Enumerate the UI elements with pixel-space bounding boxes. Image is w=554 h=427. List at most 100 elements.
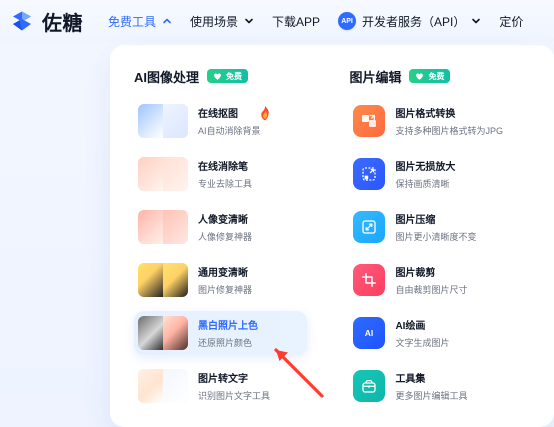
ai-image-processing-column: AI图像处理 免费 在线抠图 AI自动消除背景 在线消除笔 专业去除工具 人像变… <box>134 63 308 427</box>
brand-logo-icon <box>10 9 34 33</box>
tool-description: 专业去除工具 <box>198 179 253 189</box>
tool-thumbnail <box>138 369 188 403</box>
thumbnail-left <box>138 157 163 191</box>
brand-name: 佐糖 <box>42 12 83 35</box>
free-badge: 免费 <box>409 69 451 83</box>
tool-remove-background[interactable]: 在线抠图 AI自动消除背景 <box>134 99 307 143</box>
tool-ai-painting[interactable]: AI AI绘画 文字生成图片 <box>349 311 532 355</box>
tool-title: 图片压缩 <box>395 215 436 226</box>
nav-use-cases-label: 使用场景 <box>190 14 239 29</box>
crop-icon <box>353 264 386 296</box>
tool-description: 图片修复神器 <box>198 285 253 295</box>
tool-text: 在线消除笔 专业去除工具 <box>198 158 252 190</box>
sparkle-icon <box>184 104 188 108</box>
api-badge-text: API <box>341 17 353 25</box>
nav-use-cases[interactable]: 使用场景 <box>190 0 254 42</box>
chevron-down-icon <box>244 16 254 26</box>
thumbnail-right <box>163 210 188 244</box>
nav-pricing[interactable]: 定价 <box>499 0 523 42</box>
tool-thumbnail <box>138 210 188 244</box>
image-editing-title: 图片编辑 <box>349 69 402 85</box>
tool-description: 人像修复神器 <box>198 232 253 242</box>
ai-image-processing-header: AI图像处理 免费 <box>134 63 307 89</box>
tool-text: 人像变清晰 人像修复神器 <box>198 211 252 243</box>
sparkle-icon <box>184 369 188 373</box>
tool-description: 文字生成图片 <box>395 338 450 348</box>
sparkle-icon <box>184 210 188 214</box>
tool-title: 通用变清晰 <box>198 268 248 279</box>
tool-description: 支持多种图片格式转为JPG <box>395 126 503 136</box>
thumbnail-right <box>163 369 188 403</box>
tool-title: 人像变清晰 <box>198 215 248 226</box>
tool-text: 通用变清晰 图片修复神器 <box>198 264 252 296</box>
fire-icon <box>261 105 269 121</box>
tool-title: 在线抠图 <box>198 109 238 120</box>
tool-thumbnail <box>138 316 188 350</box>
dropdown-content: AI图像处理 免费 在线抠图 AI自动消除背景 在线消除笔 专业去除工具 人像变… <box>110 45 554 427</box>
thumbnail-left <box>138 104 163 138</box>
tool-description: 识别图片文字工具 <box>198 391 271 401</box>
tool-general-enhance[interactable]: 通用变清晰 图片修复神器 <box>134 258 307 302</box>
tool-text: 图片格式转换 支持多种图片格式转为JPG <box>395 105 503 137</box>
thumbnail-left <box>138 316 163 350</box>
nav-download-app[interactable]: 下载APP <box>272 0 320 42</box>
image-convert-icon <box>353 105 386 137</box>
image-upscale-icon <box>353 158 386 190</box>
tool-eraser[interactable]: 在线消除笔 专业去除工具 <box>134 152 307 196</box>
tool-crop[interactable]: 图片裁剪 自由裁剪图片尺寸 <box>349 258 532 302</box>
nav-free-tools-label: 免费工具 <box>108 14 157 29</box>
tool-title: AI绘画 <box>395 321 426 332</box>
tool-lossless-upscale[interactable]: 图片无损放大 保持画质清晰 <box>349 152 532 196</box>
nav-pricing-label: 定价 <box>499 14 524 29</box>
tool-portrait-enhance[interactable]: 人像变清晰 人像修复神器 <box>134 205 307 249</box>
tool-title: 图片无损放大 <box>395 162 456 173</box>
nav-download-app-label: 下载APP <box>272 14 321 29</box>
tool-description: 保持画质清晰 <box>395 179 450 189</box>
image-compress-icon <box>353 211 386 243</box>
chevron-down-icon <box>471 16 481 26</box>
svg-text:AI: AI <box>365 328 374 338</box>
tool-text: 黑白照片上色 还原照片颜色 <box>198 317 258 349</box>
tool-description: 图片更小清晰度不变 <box>395 232 477 242</box>
heart-icon <box>415 72 424 81</box>
tool-colorize-photo[interactable]: 黑白照片上色 还原照片颜色 <box>134 311 308 355</box>
tool-title: 在线消除笔 <box>198 162 248 173</box>
tool-toolbox[interactable]: 工具集 更多图片编辑工具 <box>349 364 532 408</box>
thumbnail-right <box>163 316 188 350</box>
tool-title: 图片格式转换 <box>395 109 456 120</box>
top-navigation-bar: 佐糖 免费工具 使用场景 下载APP API 开发者服务（API） 定价 <box>0 0 554 42</box>
free-badge: 免费 <box>207 69 249 83</box>
thumbnail-left <box>138 369 163 403</box>
api-badge-icon: API <box>338 12 357 30</box>
tool-title: 图片裁剪 <box>395 268 436 279</box>
nav-free-tools[interactable]: 免费工具 <box>108 0 172 42</box>
thumbnail-right <box>163 263 188 297</box>
tool-title: 黑白照片上色 <box>198 321 258 332</box>
tool-image-to-text[interactable]: 图片转文字 识别图片文字工具 <box>134 364 307 408</box>
tool-description: 自由裁剪图片尺寸 <box>395 285 468 295</box>
tool-description: 还原照片颜色 <box>198 338 253 348</box>
tool-text: 图片无损放大 保持画质清晰 <box>395 158 455 190</box>
tool-text: 图片裁剪 自由裁剪图片尺寸 <box>395 264 467 296</box>
image-editing-header: 图片编辑 免费 <box>349 63 532 89</box>
sparkle-icon <box>184 157 188 161</box>
tool-title: 工具集 <box>395 374 426 385</box>
ai-paint-icon: AI <box>353 317 386 349</box>
free-badge-label: 免费 <box>226 71 243 81</box>
tool-description: AI自动消除背景 <box>198 126 261 136</box>
thumbnail-left <box>138 263 163 297</box>
tool-format-convert[interactable]: 图片格式转换 支持多种图片格式转为JPG <box>349 99 532 143</box>
chevron-up-icon <box>162 16 172 26</box>
brand[interactable]: 佐糖 <box>10 7 90 36</box>
tool-text: 工具集 更多图片编辑工具 <box>395 370 467 402</box>
tool-compress[interactable]: 图片压缩 图片更小清晰度不变 <box>349 205 532 249</box>
tool-title: 图片转文字 <box>198 374 248 385</box>
tool-text: AI绘画 文字生成图片 <box>395 317 449 349</box>
heart-icon <box>213 72 222 81</box>
toolbox-icon <box>353 370 386 402</box>
main-nav: 免费工具 使用场景 下载APP API 开发者服务（API） 定价 <box>108 0 523 42</box>
thumbnail-right <box>163 104 188 138</box>
nav-developer-api[interactable]: API 开发者服务（API） <box>338 0 481 42</box>
tool-thumbnail <box>138 104 188 138</box>
tool-text: 图片压缩 图片更小清晰度不变 <box>395 211 476 243</box>
